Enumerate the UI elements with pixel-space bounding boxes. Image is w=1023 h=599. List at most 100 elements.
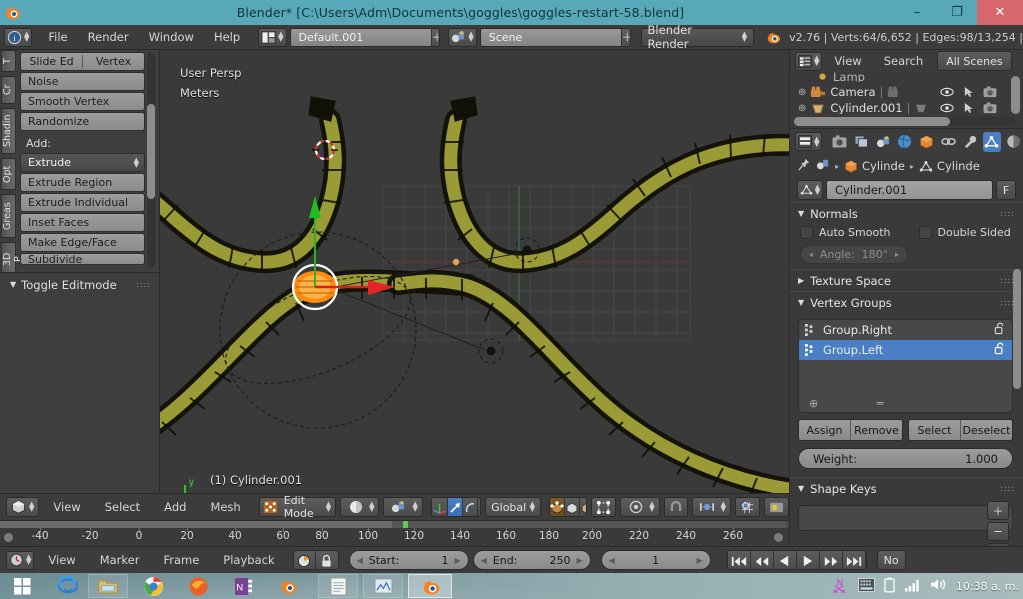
scrollbar-thumb[interactable] (147, 104, 155, 199)
pivot-point-selector[interactable]: ▲ ▼ (383, 497, 423, 517)
render-layers-tab[interactable] (852, 132, 871, 152)
occlude-geometry-icon[interactable] (591, 497, 617, 517)
scene-icon[interactable] (816, 158, 830, 174)
3d-view-editor-icon[interactable]: ▲ ▼ (6, 497, 40, 517)
expand-icon[interactable]: ⊕ (798, 87, 806, 98)
google-chrome-icon[interactable] (133, 574, 173, 598)
keyboard-icon[interactable] (857, 577, 875, 595)
list-resize-handle[interactable]: ═ (877, 397, 884, 410)
scrollbar-thumb[interactable] (794, 117, 950, 126)
add-screen-layout-button[interactable]: ＋ (430, 28, 440, 46)
decrement-icon[interactable]: ◀ (357, 556, 363, 565)
windows-start-icon[interactable] (0, 573, 44, 599)
expand-icon[interactable]: ⊕ (798, 103, 806, 114)
tool-smooth-vertex[interactable]: Smooth Vertex (20, 92, 145, 111)
select-button[interactable]: Select (909, 420, 961, 440)
tool-inset-faces[interactable]: Inset Faces (20, 213, 145, 232)
mode-selector[interactable]: Edit Mode ▲ ▼ (258, 494, 337, 520)
viewport-menu-add[interactable]: Add (154, 498, 196, 517)
shape-keys-list[interactable] (798, 505, 1013, 531)
outliner-row-cylinder[interactable]: ⊕ Cylinder.001 | (790, 102, 1023, 114)
properties-scrollbar[interactable] (1013, 269, 1021, 389)
taskbar-clock[interactable]: 10:38 a. m. (956, 580, 1019, 593)
start-frame-field[interactable]: ◀ Start: 1 ▶ (348, 550, 469, 570)
viewport-scrubber[interactable]: -40 -20 0 20 40 60 80 100 120 140 160 18… (0, 520, 789, 546)
proportional-edit-selector[interactable]: ▲ ▼ (620, 497, 660, 517)
material-tab[interactable] (1004, 132, 1023, 152)
battery-icon[interactable] (884, 577, 895, 596)
edge-select-icon[interactable] (565, 498, 581, 516)
deselect-button[interactable]: Deselect (961, 420, 1012, 440)
camera-render-icon[interactable] (983, 86, 997, 98)
panel-header-shape-keys[interactable]: ▼ Shape Keys :::: (790, 477, 1023, 499)
playhead-marker[interactable] (403, 521, 408, 528)
play-button[interactable] (796, 551, 820, 569)
end-frame-field[interactable]: ◀ End: 250 ▶ (472, 550, 591, 570)
onenote-icon[interactable]: N (223, 574, 263, 598)
render-preview-icon[interactable] (764, 497, 789, 517)
file-explorer-icon[interactable] (88, 574, 128, 598)
snap-increment-icon[interactable] (735, 497, 760, 517)
current-frame-field[interactable]: ◀ 1 ▶ (600, 550, 711, 570)
outliner-menu-view[interactable]: View (824, 52, 871, 71)
weight-slider[interactable]: Weight: 1.000 (798, 448, 1013, 469)
vertex-select-icon[interactable] (550, 498, 566, 516)
render-engine-selector[interactable]: Blender Render ▲ ▼ (640, 23, 755, 51)
cursor-arrow-icon[interactable] (963, 86, 974, 98)
menu-render[interactable]: Render (78, 28, 139, 47)
increment-icon[interactable]: ▶ (576, 556, 582, 565)
vertex-group-item-left[interactable]: Group.Left (799, 340, 1012, 360)
panel-header-normals[interactable]: ▼ Normals :::: (790, 202, 1023, 224)
double-sided-checkbox[interactable] (918, 226, 932, 239)
object-data-tab[interactable] (982, 131, 1002, 152)
screen-layout-selector[interactable]: Default.001 ＋ ✕ (289, 27, 441, 47)
tool-randomize[interactable]: Randomize (20, 112, 145, 131)
add-circle-icon[interactable]: ⊕ (809, 397, 818, 410)
tool-extrude-dropdown[interactable]: Extrude ▲ ▼ (20, 153, 145, 172)
outliner-editor-icon[interactable]: ▲ ▼ (795, 51, 823, 71)
fake-user-button[interactable]: F (996, 180, 1016, 200)
outliner-menu-search[interactable]: Search (874, 52, 934, 71)
scrubber-scrollbar[interactable] (0, 521, 789, 528)
panel-header-texture-space[interactable]: ▶ Texture Space :::: (790, 269, 1023, 291)
world-globe-tab[interactable] (896, 132, 915, 152)
vertex-group-item-right[interactable]: Group.Right (799, 320, 1012, 340)
face-select-icon[interactable] (580, 498, 587, 516)
image-viewer-icon[interactable] (363, 574, 403, 598)
minimize-button[interactable]: – (897, 0, 937, 25)
auto-smooth-angle-slider[interactable]: ◂ Angle: 180° ▸ (800, 245, 908, 264)
camera-render-icon[interactable] (983, 102, 997, 114)
tab-grease-pencil[interactable]: Greas (1, 194, 16, 238)
close-button[interactable]: ✕ (977, 0, 1023, 25)
scrubber-handle-right[interactable] (773, 532, 784, 543)
auto-smooth-checkbox[interactable] (800, 226, 813, 239)
tab-options[interactable]: Opt (1, 158, 16, 190)
unlocked-icon[interactable] (994, 322, 1006, 338)
menu-help[interactable]: Help (204, 28, 250, 47)
scene-selector[interactable]: Scene ＋ ✕ (479, 27, 631, 47)
add-vertex-group-button[interactable]: ＋ (987, 501, 1009, 520)
jump-to-prev-keyframe-button[interactable] (750, 551, 774, 569)
outliner-row-lamp[interactable]: Lamp (790, 72, 1023, 82)
decrement-icon[interactable]: ◀ (481, 556, 487, 565)
increment-icon[interactable]: ▶ (454, 556, 460, 565)
breadcrumb-object[interactable]: Cylinde (844, 159, 905, 173)
scene-tab[interactable] (874, 132, 893, 152)
tool-extrude-region[interactable]: Extrude Region (20, 173, 145, 192)
jump-to-next-keyframe-button[interactable] (819, 551, 843, 569)
tool-extrude-individual[interactable]: Extrude Individual (20, 193, 145, 212)
tool-shelf-scrollbar[interactable] (147, 52, 155, 267)
menu-file[interactable]: File (38, 28, 77, 47)
info-editor-icon[interactable]: i ▲ ▼ (4, 27, 33, 47)
tab-tools[interactable]: T (1, 50, 16, 72)
internet-explorer-icon[interactable] (48, 574, 88, 598)
timeline-menu-marker[interactable]: Marker (90, 551, 150, 570)
snap-target-selector[interactable]: ▲ ▼ (691, 497, 731, 517)
screen-layout-icon[interactable]: ▲ ▼ (258, 27, 287, 47)
jump-to-start-button[interactable] (727, 551, 751, 569)
mesh-name-field[interactable]: Cylinder.001 (826, 180, 993, 200)
pin-icon[interactable] (797, 158, 811, 175)
play-reverse-button[interactable] (773, 551, 797, 569)
double-sided-checkbox-row[interactable]: Double Sided (909, 224, 1023, 241)
outliner-row-camera[interactable]: ⊕ Camera | (790, 82, 1023, 102)
